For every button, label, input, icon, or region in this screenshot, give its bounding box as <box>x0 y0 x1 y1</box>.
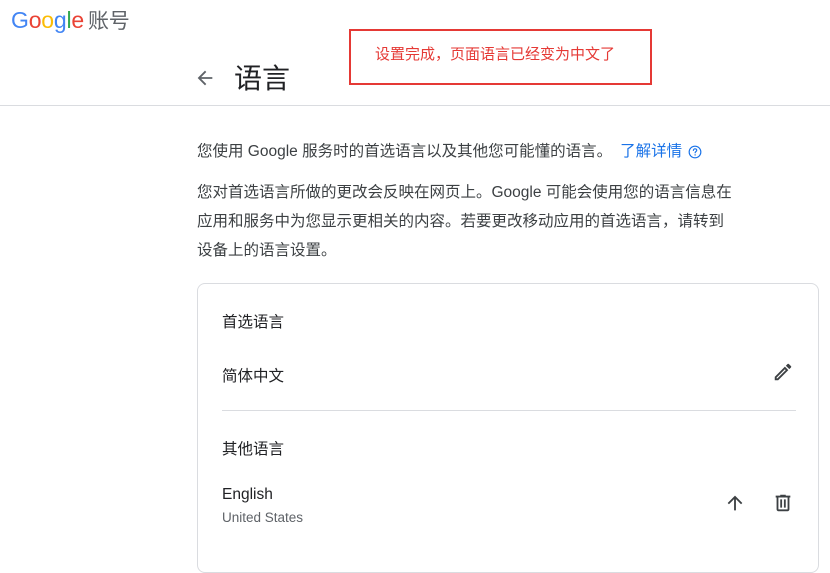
other-language-name: English <box>222 486 273 503</box>
language-info-paragraph: 您对首选语言所做的更改会反映在网页上。Google 可能会使用您的语言信息在 应… <box>197 178 767 265</box>
edit-preferred-language-button[interactable] <box>769 358 797 386</box>
google-account-logo[interactable]: Google 账号 <box>11 4 130 36</box>
back-button[interactable] <box>191 64 219 92</box>
other-languages-label: 其他语言 <box>222 441 285 458</box>
divider <box>222 410 796 411</box>
move-up-button[interactable] <box>721 489 749 517</box>
intro-line: 您使用 Google 服务时的首选语言以及其他您可能懂的语言。 了解详情 <box>197 140 777 164</box>
preferred-language-name: 简体中文 <box>222 368 285 385</box>
learn-more-link[interactable]: 了解详情 <box>620 143 682 160</box>
annotation-text: 设置完成，页面语言已经变为中文了 <box>375 46 616 63</box>
edit-pencil-icon <box>774 363 792 381</box>
annotation-box: 设置完成，页面语言已经变为中文了 <box>349 29 652 85</box>
arrow-up-icon <box>727 495 743 511</box>
delete-language-button[interactable] <box>769 489 797 517</box>
language-card: 首选语言 简体中文 其他语言 English United States <box>197 283 819 573</box>
help-icon[interactable] <box>688 145 702 159</box>
intro-text: 您使用 Google 服务时的首选语言以及其他您可能懂的语言。 <box>197 143 613 160</box>
paragraph-line: 应用和服务中为您显示更相关的内容。若要更改移动应用的首选语言，请转到 <box>197 213 725 230</box>
arrow-back-icon <box>197 70 213 86</box>
top-bar: Google 账号 语言 设置完成，页面语言已经变为中文了 <box>0 0 830 106</box>
google-logo-text: Google <box>11 6 84 33</box>
delete-icon <box>775 494 791 512</box>
page-title: 语言 <box>234 63 291 94</box>
account-label: 账号 <box>88 10 130 33</box>
paragraph-line: 您对首选语言所做的更改会反映在网页上。Google 可能会使用您的语言信息在 <box>197 184 732 201</box>
paragraph-line: 设备上的语言设置。 <box>197 242 337 259</box>
preferred-language-label: 首选语言 <box>222 314 285 331</box>
other-language-region: United States <box>222 510 304 525</box>
